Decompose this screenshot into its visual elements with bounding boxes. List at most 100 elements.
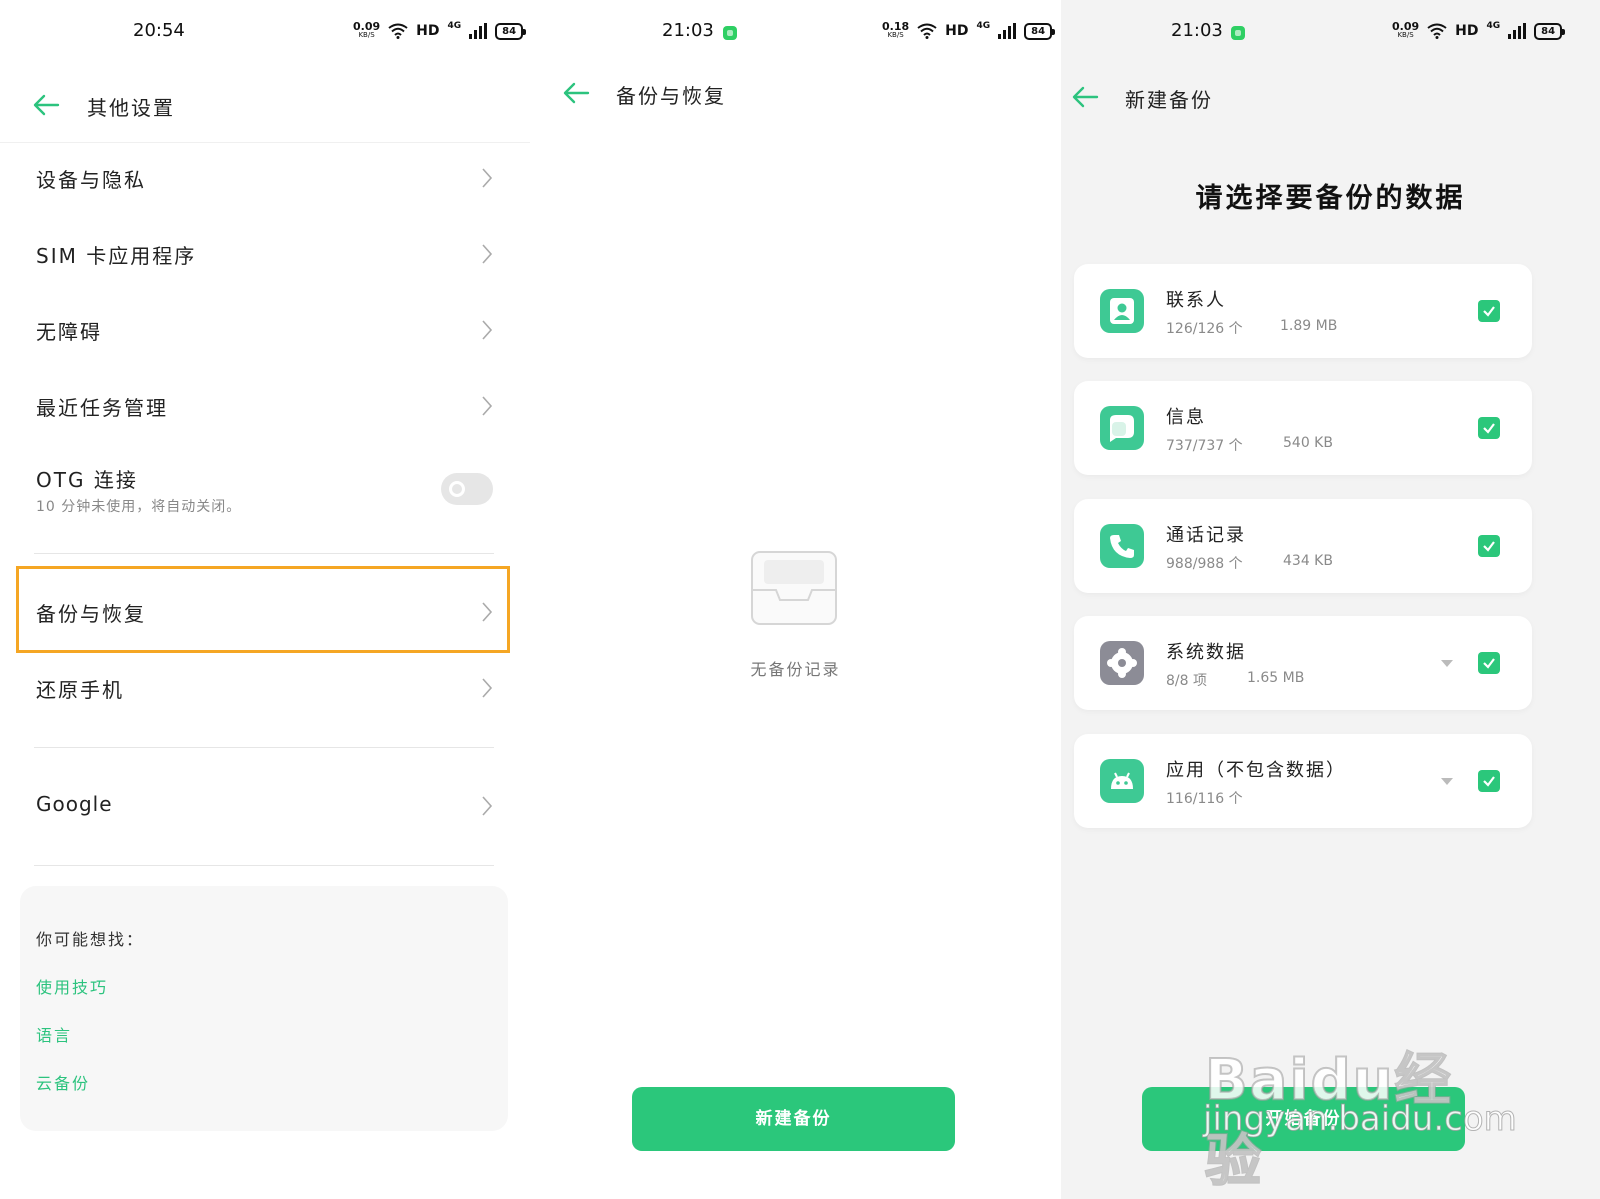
page-title: 其他设置 bbox=[87, 96, 175, 120]
section-divider bbox=[34, 553, 494, 554]
section-divider bbox=[34, 865, 494, 866]
backup-item-apps[interactable]: 应用（不包含数据） 116/116 个 bbox=[1074, 734, 1532, 828]
net-speed: 0.09 KB/S bbox=[1392, 20, 1420, 39]
item-name: 联系人 bbox=[1166, 290, 1226, 311]
checkbox-checked[interactable] bbox=[1478, 652, 1500, 674]
item-count: 988/988 个 bbox=[1166, 556, 1243, 572]
otg-toggle[interactable] bbox=[441, 473, 493, 505]
start-backup-button[interactable]: 开始备份 bbox=[1142, 1087, 1465, 1151]
settings-other-screen: 20:54 0.09 KB/S HD 4G 84 其他设置 设备与隐私 SIM … bbox=[0, 0, 530, 1199]
status-time: 21:03 bbox=[662, 20, 714, 41]
suggestion-link-language[interactable]: 语言 bbox=[36, 1022, 72, 1046]
status-bar: 21:03 0.09 KB/S HD 4G 84 bbox=[1061, 20, 1600, 50]
menu-item-recent-tasks[interactable]: 最近任务管理 bbox=[0, 368, 530, 444]
status-bar: 20:54 0.09 KB/S HD 4G 84 bbox=[0, 20, 530, 50]
checkbox-checked[interactable] bbox=[1478, 300, 1500, 322]
menu-item-label: OTG 连接 bbox=[36, 468, 138, 492]
status-icons: 0.09 KB/S HD 4G 84 bbox=[353, 20, 527, 40]
battery-icon: 84 bbox=[1534, 22, 1566, 40]
battery-icon: 84 bbox=[1024, 22, 1056, 40]
backup-item-call-log[interactable]: 通话记录 988/988 个 434 KB bbox=[1074, 499, 1532, 593]
checkbox-checked[interactable] bbox=[1478, 770, 1500, 792]
item-name: 应用（不包含数据） bbox=[1166, 760, 1346, 781]
status-bar: 21:03 0.18 KB/S HD 4G 84 bbox=[530, 20, 1061, 50]
expand-arrow-icon[interactable] bbox=[1441, 778, 1453, 785]
check-icon bbox=[1483, 658, 1495, 669]
header: 新建备份 bbox=[1061, 80, 1600, 120]
page-title: 新建备份 bbox=[1125, 88, 1213, 112]
message-icon bbox=[1100, 406, 1144, 450]
empty-inbox-icon bbox=[751, 551, 837, 625]
backup-restore-screen: 21:03 0.18 KB/S HD 4G 84 备份与恢复 无备份记录 新建备… bbox=[530, 0, 1061, 1199]
item-count: 116/116 个 bbox=[1166, 791, 1243, 807]
chevron-right-icon bbox=[482, 244, 493, 264]
menu-item-label: Google bbox=[36, 792, 113, 816]
item-name: 通话记录 bbox=[1166, 525, 1246, 546]
menu-item-accessibility[interactable]: 无障碍 bbox=[0, 292, 530, 368]
item-size: 434 KB bbox=[1283, 553, 1333, 569]
menu-item-label: 还原手机 bbox=[36, 678, 124, 702]
empty-state-text: 无备份记录 bbox=[750, 660, 841, 679]
phone-icon bbox=[1100, 524, 1144, 568]
select-data-heading: 请选择要备份的数据 bbox=[1195, 183, 1466, 214]
item-count: 737/737 个 bbox=[1166, 438, 1243, 454]
signal-icon bbox=[998, 23, 1017, 39]
expand-arrow-icon[interactable] bbox=[1441, 660, 1453, 667]
menu-item-google[interactable]: Google bbox=[0, 768, 530, 844]
contact-icon bbox=[1100, 289, 1144, 333]
check-icon bbox=[1483, 541, 1495, 552]
net-speed: 0.09 KB/S bbox=[353, 20, 381, 39]
wifi-icon bbox=[917, 23, 937, 39]
chevron-right-icon bbox=[482, 796, 493, 816]
menu-item-subtitle: 10 分钟未使用，将自动关闭。 bbox=[36, 499, 242, 515]
settings-icon bbox=[1100, 641, 1144, 685]
item-count: 126/126 个 bbox=[1166, 321, 1243, 337]
suggestion-link-cloud-backup[interactable]: 云备份 bbox=[36, 1070, 90, 1094]
new-backup-screen: 21:03 0.09 KB/S HD 4G 84 新建备份 请选择要备份的数据 … bbox=[1061, 0, 1600, 1199]
status-icons: 0.09 KB/S HD 4G 84 bbox=[1392, 20, 1566, 40]
item-name: 系统数据 bbox=[1166, 642, 1246, 663]
network-type: 4G bbox=[447, 20, 462, 31]
status-time: 20:54 bbox=[133, 20, 185, 41]
chevron-right-icon bbox=[482, 320, 493, 340]
hd-indicator: HD bbox=[416, 23, 440, 39]
page-title: 备份与恢复 bbox=[616, 84, 726, 108]
backup-item-system-data[interactable]: 系统数据 8/8 项 1.65 MB bbox=[1074, 616, 1532, 710]
back-arrow-icon[interactable] bbox=[32, 91, 60, 119]
notification-icon bbox=[723, 26, 737, 40]
wifi-icon bbox=[1427, 23, 1447, 39]
menu-item-device-privacy[interactable]: 设备与隐私 bbox=[0, 140, 530, 216]
wifi-icon bbox=[388, 23, 408, 39]
item-size: 1.89 MB bbox=[1280, 318, 1338, 334]
menu-item-reset-phone[interactable]: 还原手机 bbox=[0, 650, 530, 726]
android-icon bbox=[1100, 759, 1144, 803]
suggestions-heading: 你可能想找： bbox=[36, 930, 145, 949]
item-name: 信息 bbox=[1166, 407, 1206, 428]
check-icon bbox=[1483, 306, 1495, 317]
header: 备份与恢复 bbox=[530, 76, 1061, 116]
suggestion-link-tips[interactable]: 使用技巧 bbox=[36, 974, 108, 998]
header: 其他设置 bbox=[0, 88, 530, 128]
backup-item-contacts[interactable]: 联系人 126/126 个 1.89 MB bbox=[1074, 264, 1532, 358]
section-divider bbox=[34, 747, 494, 748]
backup-item-messages[interactable]: 信息 737/737 个 540 KB bbox=[1074, 381, 1532, 475]
new-backup-button[interactable]: 新建备份 bbox=[632, 1087, 955, 1151]
chevron-right-icon bbox=[482, 396, 493, 416]
network-type: 4G bbox=[976, 20, 991, 31]
checkbox-checked[interactable] bbox=[1478, 417, 1500, 439]
back-arrow-icon[interactable] bbox=[1071, 83, 1099, 111]
check-icon bbox=[1483, 776, 1495, 787]
suggestions-card: 你可能想找： 使用技巧 语言 云备份 bbox=[20, 886, 508, 1131]
menu-item-sim-apps[interactable]: SIM 卡应用程序 bbox=[0, 216, 530, 292]
item-size: 1.65 MB bbox=[1247, 670, 1305, 686]
checkbox-checked[interactable] bbox=[1478, 535, 1500, 557]
item-count: 8/8 项 bbox=[1166, 673, 1207, 689]
menu-item-label: 设备与隐私 bbox=[36, 168, 146, 192]
network-type: 4G bbox=[1486, 20, 1501, 31]
check-icon bbox=[1483, 423, 1495, 434]
signal-icon bbox=[1508, 23, 1527, 39]
status-icons: 0.18 KB/S HD 4G 84 bbox=[882, 20, 1056, 40]
menu-item-label: SIM 卡应用程序 bbox=[36, 244, 197, 268]
status-time: 21:03 bbox=[1171, 20, 1223, 41]
back-arrow-icon[interactable] bbox=[562, 79, 590, 107]
